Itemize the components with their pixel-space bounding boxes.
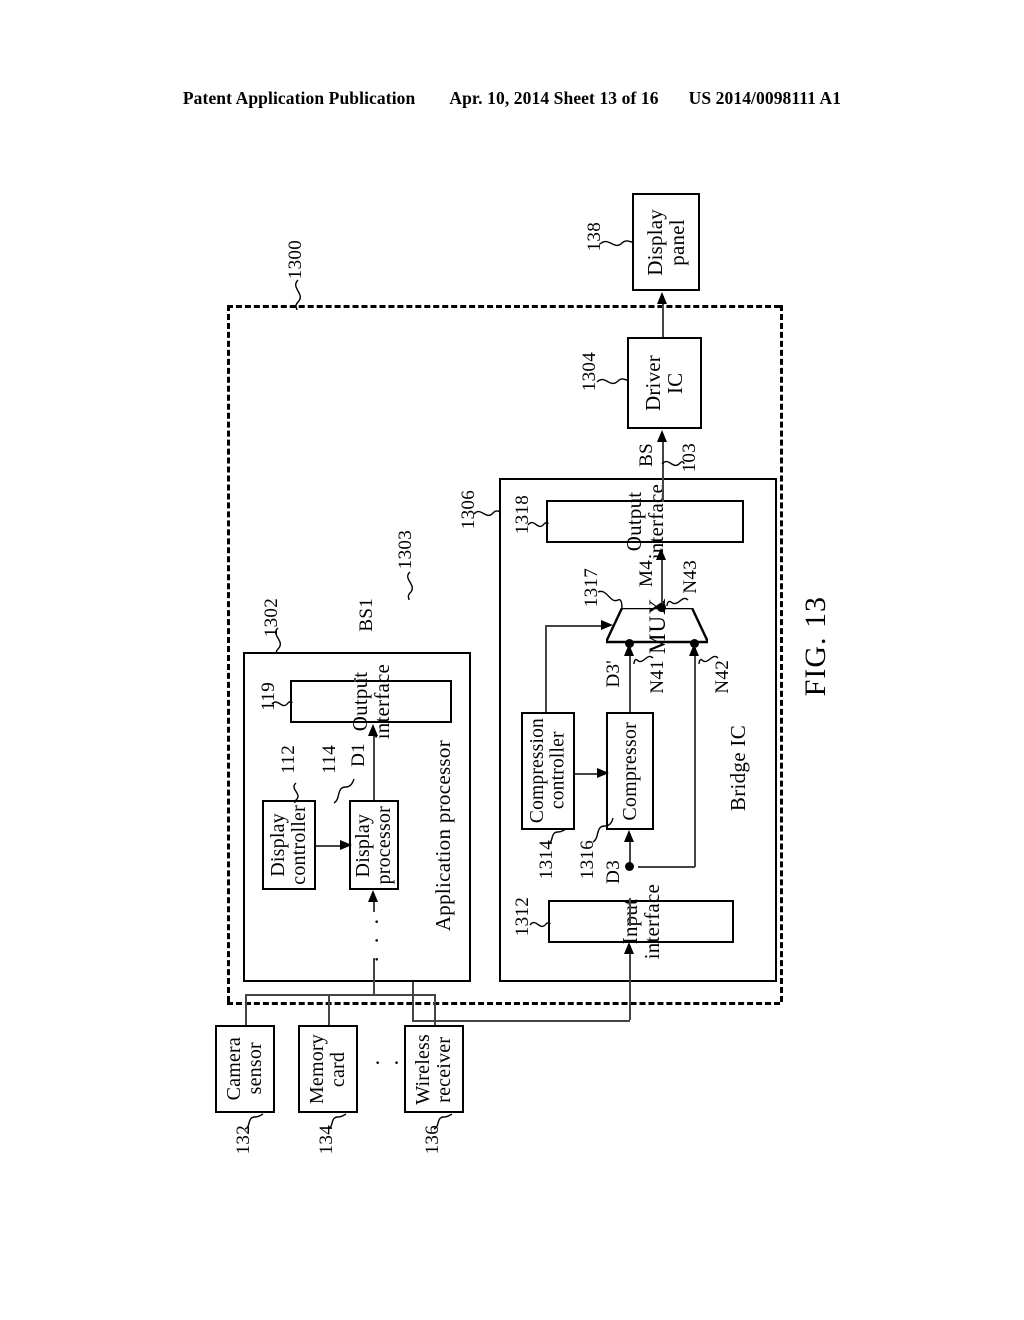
leader-1300 [295, 279, 301, 311]
leader-1303 [407, 571, 413, 601]
driver-ic-label: Driver IC [641, 354, 688, 411]
arrowhead-mux-select [601, 620, 613, 630]
line-compressor-to-mux [629, 648, 631, 713]
memory-card-block: Memory card [298, 1025, 358, 1113]
compression-controller-block: Compression controller [521, 712, 575, 830]
system-border-right [780, 305, 783, 1002]
ref-1316: 1316 [577, 840, 598, 880]
line-bus-to-memory [328, 994, 330, 1025]
leader-1304 [596, 378, 628, 385]
wireless-receiver-block: Wireless receiver [404, 1025, 464, 1113]
compressor-block: Compressor [606, 712, 654, 830]
leader-1316 [592, 817, 614, 843]
bridge-input-interface-block: Input interface [548, 884, 734, 959]
arrowhead-driver-to-panel [657, 292, 667, 304]
line-bs1-bottom [412, 1020, 630, 1022]
vertical-ellipsis-ap: · · · [364, 915, 389, 963]
leader-n41 [633, 655, 654, 665]
leader-1306 [473, 510, 501, 517]
camera-sensor-block: Camera sensor [215, 1025, 275, 1113]
wireless-receiver-label: Wireless receiver [412, 1033, 455, 1105]
application-processor-label: Application processor [431, 740, 455, 932]
leader-n42 [698, 655, 719, 665]
arrowhead-compctl-to-compressor [597, 768, 609, 778]
line-bypass-to-mux [694, 648, 696, 867]
ref-1300: 1300 [285, 240, 306, 280]
display-processor-block: Display processor [349, 800, 399, 890]
line-bypass-h [638, 866, 695, 868]
line-inputiface-to-d3 [629, 898, 631, 926]
line-d1 [373, 728, 375, 800]
line-apout-to-bs1 [354, 678, 356, 682]
line-bus-to-camera [245, 994, 247, 1025]
driver-ic-block: Driver IC [627, 337, 702, 429]
system-border-left [227, 305, 230, 1002]
node-n43-dot [657, 603, 666, 612]
signal-bs-label: BS [636, 443, 657, 467]
display-panel-block: Display panel [632, 193, 700, 291]
leader-119 [271, 700, 293, 707]
ref-136: 136 [422, 1125, 443, 1155]
signal-d3-label: D3 [603, 860, 624, 884]
leader-1312 [529, 921, 551, 928]
ref-1314: 1314 [536, 840, 557, 880]
signal-m4-label: M4 [636, 560, 657, 587]
signal-d1-label: D1 [348, 743, 369, 767]
line-device-bus [245, 994, 435, 996]
display-processor-label: Display processor [352, 805, 395, 885]
line-mux-to-output [661, 552, 663, 608]
leader-n43 [666, 597, 689, 607]
arrowhead-d3-to-compressor [624, 830, 634, 842]
arrowhead-devices-to-dispproc [368, 890, 378, 902]
arrowhead-into-inputiface [624, 942, 634, 954]
ref-134: 134 [316, 1125, 337, 1155]
arrowhead-dispctl-to-dispproc [340, 840, 352, 850]
system-border-bottom [227, 1002, 780, 1005]
bridge-output-interface-block: Output interface [546, 484, 744, 559]
display-controller-label: Display controller [267, 805, 310, 885]
line-devices-to-dispproc-b [373, 958, 375, 994]
leader-132 [244, 1113, 264, 1130]
leader-114 [333, 778, 355, 804]
leader-112 [293, 782, 299, 804]
line-compctl-to-mux-v [545, 625, 547, 713]
leader-1318 [527, 521, 549, 528]
signal-d3p-label: D3' [603, 660, 624, 688]
compression-controller-label: Compression controller [526, 718, 568, 824]
leader-136 [433, 1113, 453, 1130]
ref-132: 132 [233, 1125, 254, 1155]
line-compctl-to-mux-h [545, 625, 605, 627]
display-controller-block: Display controller [262, 800, 316, 890]
signal-n43-label: N43 [680, 560, 701, 594]
line-dispctl-to-dispproc [316, 845, 343, 847]
figure-13-diagram: 1300 Display panel 138 Driver IC 1304 BS… [0, 0, 1024, 1320]
ref-112: 112 [278, 745, 299, 774]
node-d3-dot [625, 862, 634, 871]
leader-103 [661, 460, 685, 467]
arrowhead-mux-to-output [656, 548, 666, 560]
node-n41-dot [625, 639, 634, 648]
line-bridgeout-to-bs [662, 478, 664, 502]
ap-output-interface-block: Output interface [290, 664, 452, 739]
signal-bs1-label: BS1 [356, 598, 377, 632]
arrowhead-bs-signal [657, 430, 667, 442]
ref-114: 114 [319, 745, 340, 774]
leader-1317 [597, 590, 623, 611]
line-bs1-into-inputiface [629, 946, 631, 1020]
camera-sensor-label: Camera sensor [223, 1037, 266, 1101]
ref-1303: 1303 [395, 530, 416, 570]
line-bus-to-wireless [434, 994, 436, 1025]
leader-138 [599, 240, 633, 247]
bridge-ic-label: Bridge IC [726, 725, 750, 812]
memory-card-label: Memory card [306, 1033, 349, 1105]
leader-1314 [547, 828, 567, 845]
compressor-label: Compressor [618, 721, 641, 821]
node-n42-dot [690, 639, 699, 648]
display-panel-label: Display panel [642, 208, 689, 276]
figure-label: FIG. 13 [799, 596, 832, 697]
arrowhead-d1 [368, 724, 378, 736]
leader-134 [327, 1113, 347, 1130]
leader-1302 [275, 627, 281, 655]
